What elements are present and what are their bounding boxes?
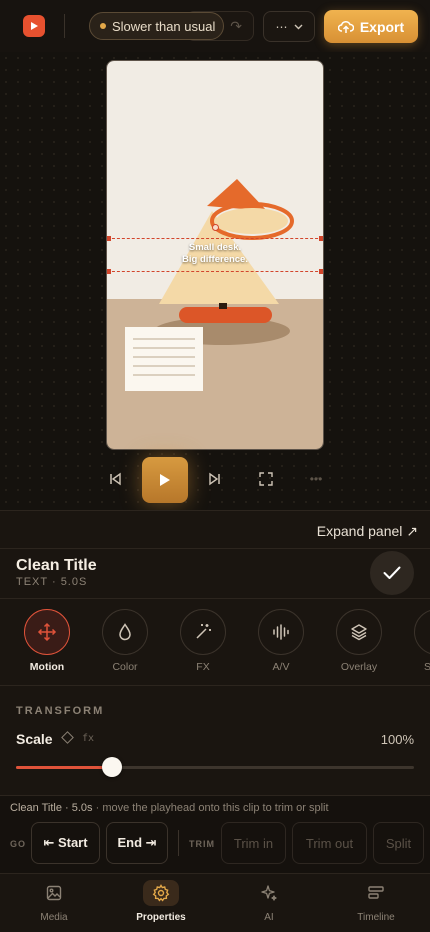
video-canvas[interactable]: Small desk. Big difference. [106,60,324,450]
chevron-down-icon [294,24,302,29]
go-end-button[interactable]: End ⇥ [106,822,168,864]
status-pill: Slower than usual [89,12,224,40]
section-title: TRANSFORM [16,705,105,717]
desk-base [179,307,272,323]
tool-color[interactable]: Color [102,609,148,673]
nav-label: Media [40,912,68,923]
status-dot-icon [100,23,106,29]
skip-back-icon[interactable] [106,470,124,488]
trim-hint: Clean Title · 5.0s · move the playhead o… [10,802,329,814]
trim-hint-text: · move the playhead onto this clip to tr… [92,802,329,814]
skip-forward-icon[interactable] [206,470,224,488]
transform-section: TRANSFORM Scale fx 100% [0,685,430,795]
fx-tag[interactable]: fx [82,733,94,744]
more-icon: ⋯ [275,19,288,34]
trim-out-button[interactable]: Trim out [292,822,367,864]
layers-icon [351,624,367,641]
nav-ai[interactable]: AI [229,880,309,923]
resize-handle[interactable] [107,236,111,241]
preview-stage: Small desk. Big difference. ••• [0,52,430,510]
trim-in-button[interactable]: Trim in [221,822,286,864]
trim-section: Clean Title · 5.0s · move the playhead o… [0,795,430,873]
droplet-icon [119,623,131,641]
nav-properties[interactable]: Properties [121,880,201,923]
go-label: GO [10,839,27,849]
resize-handle[interactable] [319,269,323,274]
tool-motion[interactable]: Motion [24,609,70,673]
tool-overlay[interactable]: Overlay [336,609,382,673]
clip-header: Clean Title TEXT · 5.0S [0,548,430,598]
tool-label: Motion [29,661,65,673]
divider [64,14,65,38]
top-bar: ↷ Slower than usual ⋯ Export [0,0,430,52]
more-options-button[interactable]: ⋯ [263,11,315,42]
bottom-nav: Media Properties AI Timeline [0,873,430,932]
scale-label: Scale [16,731,53,747]
move-icon [37,622,57,642]
export-button[interactable]: Export [324,10,418,43]
overlay-line-2: Big difference. [182,254,248,265]
scale-slider-thumb[interactable] [101,757,122,777]
go-start-button[interactable]: ⇤ Start [31,822,100,864]
redo-icon[interactable]: ↷ [230,18,242,35]
clip-meta: TEXT · 5.0S [16,576,88,588]
trim-label: TRIM [189,839,215,849]
sparkle-icon [261,885,277,901]
tool-av[interactable]: A/V [258,609,304,673]
image-icon [46,885,62,901]
divider [178,830,179,856]
nav-media[interactable]: Media [14,880,94,923]
check-icon [383,566,401,579]
resize-handle[interactable] [107,269,111,274]
notepad [125,327,203,391]
tool-partial[interactable]: S [414,609,430,673]
scale-value: 100% [380,732,414,747]
confirm-button[interactable] [370,551,414,595]
play-icon [160,474,170,486]
magic-wand-icon [196,624,211,639]
nav-label: Timeline [357,912,395,923]
status-text: Slower than usual [112,18,216,34]
scale-slider-fill [16,766,112,769]
fullscreen-icon[interactable] [257,470,275,488]
overlay-line-1: Small desk. [188,242,242,253]
keyframe-icon[interactable] [61,731,74,744]
nav-label: Properties [136,912,186,923]
resize-handle[interactable] [319,236,323,241]
play-button[interactable] [142,457,188,503]
trim-hint-clip: Clean Title · 5.0s [10,802,93,814]
tool-label: A/V [272,661,290,673]
panel-expand-row: Expand panel ↗ [0,510,430,548]
clip-title: Clean Title [16,557,97,574]
waveform-icon [273,624,289,640]
nav-label: AI [264,912,274,923]
rotate-handle[interactable] [212,224,219,231]
tool-fx[interactable]: FX [180,609,226,673]
expand-panel-link[interactable]: Expand panel ↗ [317,523,418,540]
export-label: Export [359,18,405,35]
app-logo-icon[interactable] [23,15,45,37]
nav-timeline[interactable]: Timeline [336,880,416,923]
tool-label: FX [196,661,210,673]
tool-label: Overlay [340,661,378,673]
gear-icon [152,884,170,902]
more-playback-icon[interactable]: ••• [307,470,325,488]
timeline-icon [368,886,384,899]
playback-controls: ••• [0,457,430,503]
tool-label: Color [112,661,138,673]
tool-label: S [414,661,430,673]
split-button[interactable]: Split [373,822,424,864]
cloud-upload-icon [337,20,354,33]
tool-strip: Motion Color FX A/V Overlay S [0,598,430,685]
text-overlay[interactable]: Small desk. Big difference. [107,242,323,266]
